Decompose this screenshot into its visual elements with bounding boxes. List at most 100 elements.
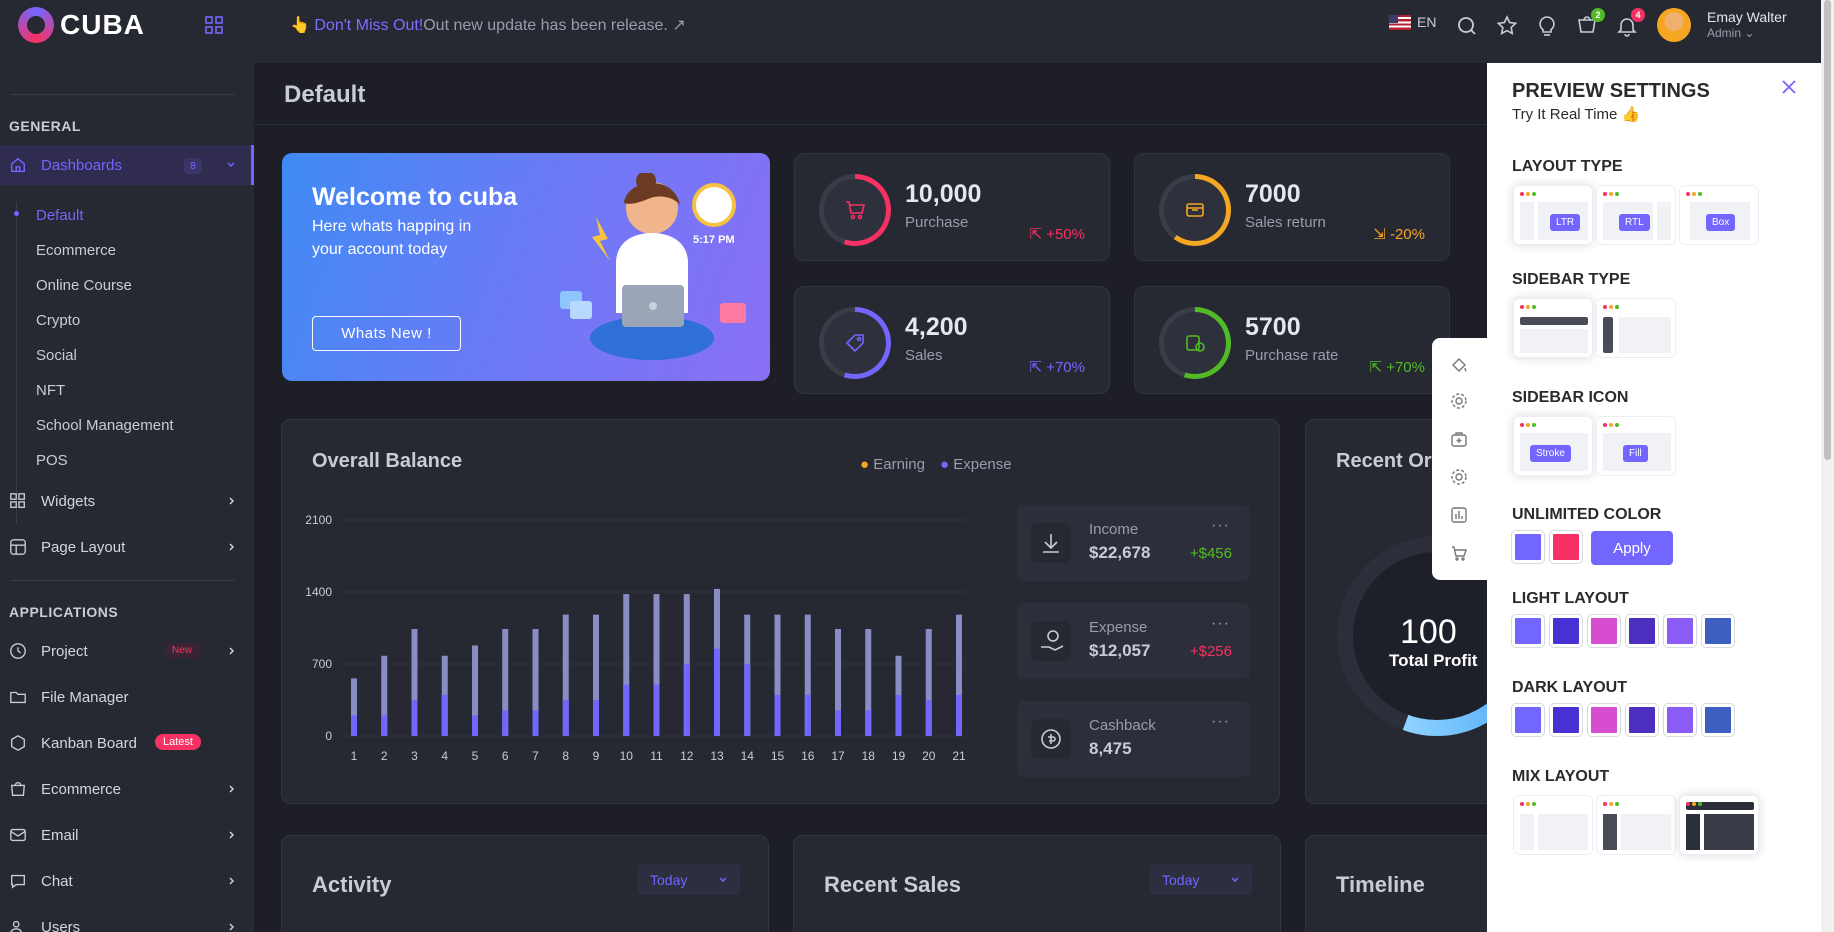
submenu-line [16,202,17,524]
mix-layout-dark-sidebar-option[interactable] [1596,795,1676,855]
language-selector[interactable]: EN [1389,14,1436,30]
sidebar-item-email[interactable]: Email [0,815,254,855]
project-icon [10,643,26,659]
stat-value: 10,000 [905,180,982,208]
layout-box-option[interactable]: Box [1679,185,1759,245]
welcome-title: Welcome to cuba [312,183,518,211]
stat-change: ⇱ +50% [1029,226,1085,243]
dark-layout-swatch[interactable] [1512,704,1544,736]
whats-new-button[interactable]: Whats New ! [312,316,461,351]
more-icon[interactable]: ··· [1211,713,1230,731]
notice-highlight: Don't Miss Out! [314,17,424,34]
chart-icon[interactable] [1450,506,1468,524]
light-layout-swatch[interactable] [1588,615,1620,647]
legend-earning-label: Earning [873,456,925,473]
logo-area: CUBA [0,0,254,63]
light-layout-swatch[interactable] [1626,615,1658,647]
notification-count-badge: 4 [1631,8,1645,22]
close-icon[interactable] [1780,78,1798,96]
dark-layout-swatch[interactable] [1588,704,1620,736]
paint-icon[interactable] [1450,356,1468,374]
primary-color-picker[interactable] [1512,531,1544,563]
user-name[interactable]: Emay Walter [1707,9,1787,25]
sales-filter-dropdown[interactable]: Today [1150,864,1252,895]
bar-expense [351,715,357,736]
stat-change: ⇱ +70% [1369,359,1425,376]
expense-value: $12,057 [1089,641,1151,660]
sidebar-item-project[interactable]: Project New [0,631,254,671]
dark-layout-swatch[interactable] [1550,704,1582,736]
welcome-time: 5:17 PM [693,234,735,246]
welcome-card: Welcome to cuba Here whats happing in yo… [282,153,770,381]
cart-button[interactable]: 2 [1575,8,1605,38]
page-scrollbar-thumb[interactable] [1824,0,1831,460]
layout-ltr-option[interactable]: LTR [1513,185,1593,245]
tag-icon [845,334,864,353]
window-dots [1603,305,1619,309]
sidebar-item-ecommerce[interactable]: Ecommerce [0,769,254,809]
cart-icon[interactable] [1450,544,1468,562]
gear-icon[interactable] [1450,392,1468,410]
chevron-right-icon [229,543,235,551]
sidebar-item-users[interactable]: Users [0,907,254,932]
legend-expense[interactable]: ● Expense [940,456,1012,473]
bar-expense [411,700,418,736]
secondary-color-picker[interactable] [1550,531,1582,563]
bar-expense [653,684,660,736]
user-avatar[interactable] [1657,8,1691,42]
sidebar-item-dashboards[interactable]: Dashboards 8 [0,145,254,185]
preview-settings-panel: PREVIEW SETTINGS Try It Real Time 👍 LAYO… [1487,63,1821,932]
light-layout-swatch[interactable] [1550,615,1582,647]
sidebar-item-widgets[interactable]: Widgets [0,481,254,521]
purchase-rate-icon [1186,335,1205,352]
sidebar-item-page-layout[interactable]: Page Layout [0,527,254,567]
activity-filter-dropdown[interactable]: Today [638,864,740,895]
expense-change: +$256 [1189,643,1232,660]
legend-earning[interactable]: ● Earning [860,456,925,473]
icon-stroke-option[interactable]: Stroke [1513,416,1593,476]
sidebar-section-applications: APPLICATIONS [9,604,119,620]
light-layout-swatch[interactable] [1664,615,1696,647]
submenu-school-management[interactable]: School Management [36,417,174,434]
submenu-pos[interactable]: POS [36,452,68,469]
icon-fill-option[interactable]: Fill [1596,416,1676,476]
sidebar-item-chat[interactable]: Chat [0,861,254,901]
mix-layout-dark-option[interactable] [1679,795,1759,855]
apply-color-button[interactable]: Apply [1591,531,1673,565]
update-notice[interactable]: 👆 Don't Miss Out!Out new update has been… [290,15,686,35]
medical-kit-icon[interactable] [1450,430,1468,448]
dark-mode-icon[interactable] [1535,14,1559,38]
mix-layout-light-option[interactable] [1513,795,1593,855]
dark-layout-swatch[interactable] [1626,704,1658,736]
submenu-default[interactable]: Default [36,207,84,224]
more-icon[interactable]: ··· [1211,615,1230,633]
submenu-crypto[interactable]: Crypto [36,312,80,329]
bar-expense [502,710,509,736]
submenu-nft[interactable]: NFT [36,382,65,399]
sidebar-vertical-option[interactable] [1596,298,1676,358]
submenu-online-course[interactable]: Online Course [36,277,132,294]
dark-layout-swatch[interactable] [1664,704,1696,736]
light-layout-swatch[interactable] [1512,615,1544,647]
submenu-ecommerce[interactable]: Ecommerce [36,242,116,259]
logo-text[interactable]: CUBA [60,9,145,41]
more-icon[interactable]: ··· [1211,517,1230,535]
chevron-right-icon [229,647,235,655]
sidebar-item-kanban[interactable]: Kanban Board Latest [0,723,254,763]
settings-icon[interactable] [1450,468,1468,486]
star-icon[interactable] [1495,14,1519,38]
layout-rtl-option[interactable]: RTL [1596,185,1676,245]
sidebar-toggle-icon[interactable] [204,15,224,35]
dark-layout-swatch[interactable] [1702,704,1734,736]
user-role[interactable]: Admin ⌄ [1707,26,1754,40]
submenu-social[interactable]: Social [36,347,77,364]
stat-card-sales-return: 7000 Sales return ⇲ -20% [1134,153,1450,261]
x-tick-label: 5 [472,749,479,763]
light-layout-swatch[interactable] [1702,615,1734,647]
search-icon[interactable] [1455,14,1479,38]
notification-button[interactable]: 4 [1615,8,1645,38]
sidebar-item-label: Email [41,826,79,844]
sidebar-horizontal-option[interactable] [1513,298,1593,358]
page-title: Default [284,81,366,108]
sidebar-item-file-manager[interactable]: File Manager [0,677,254,717]
